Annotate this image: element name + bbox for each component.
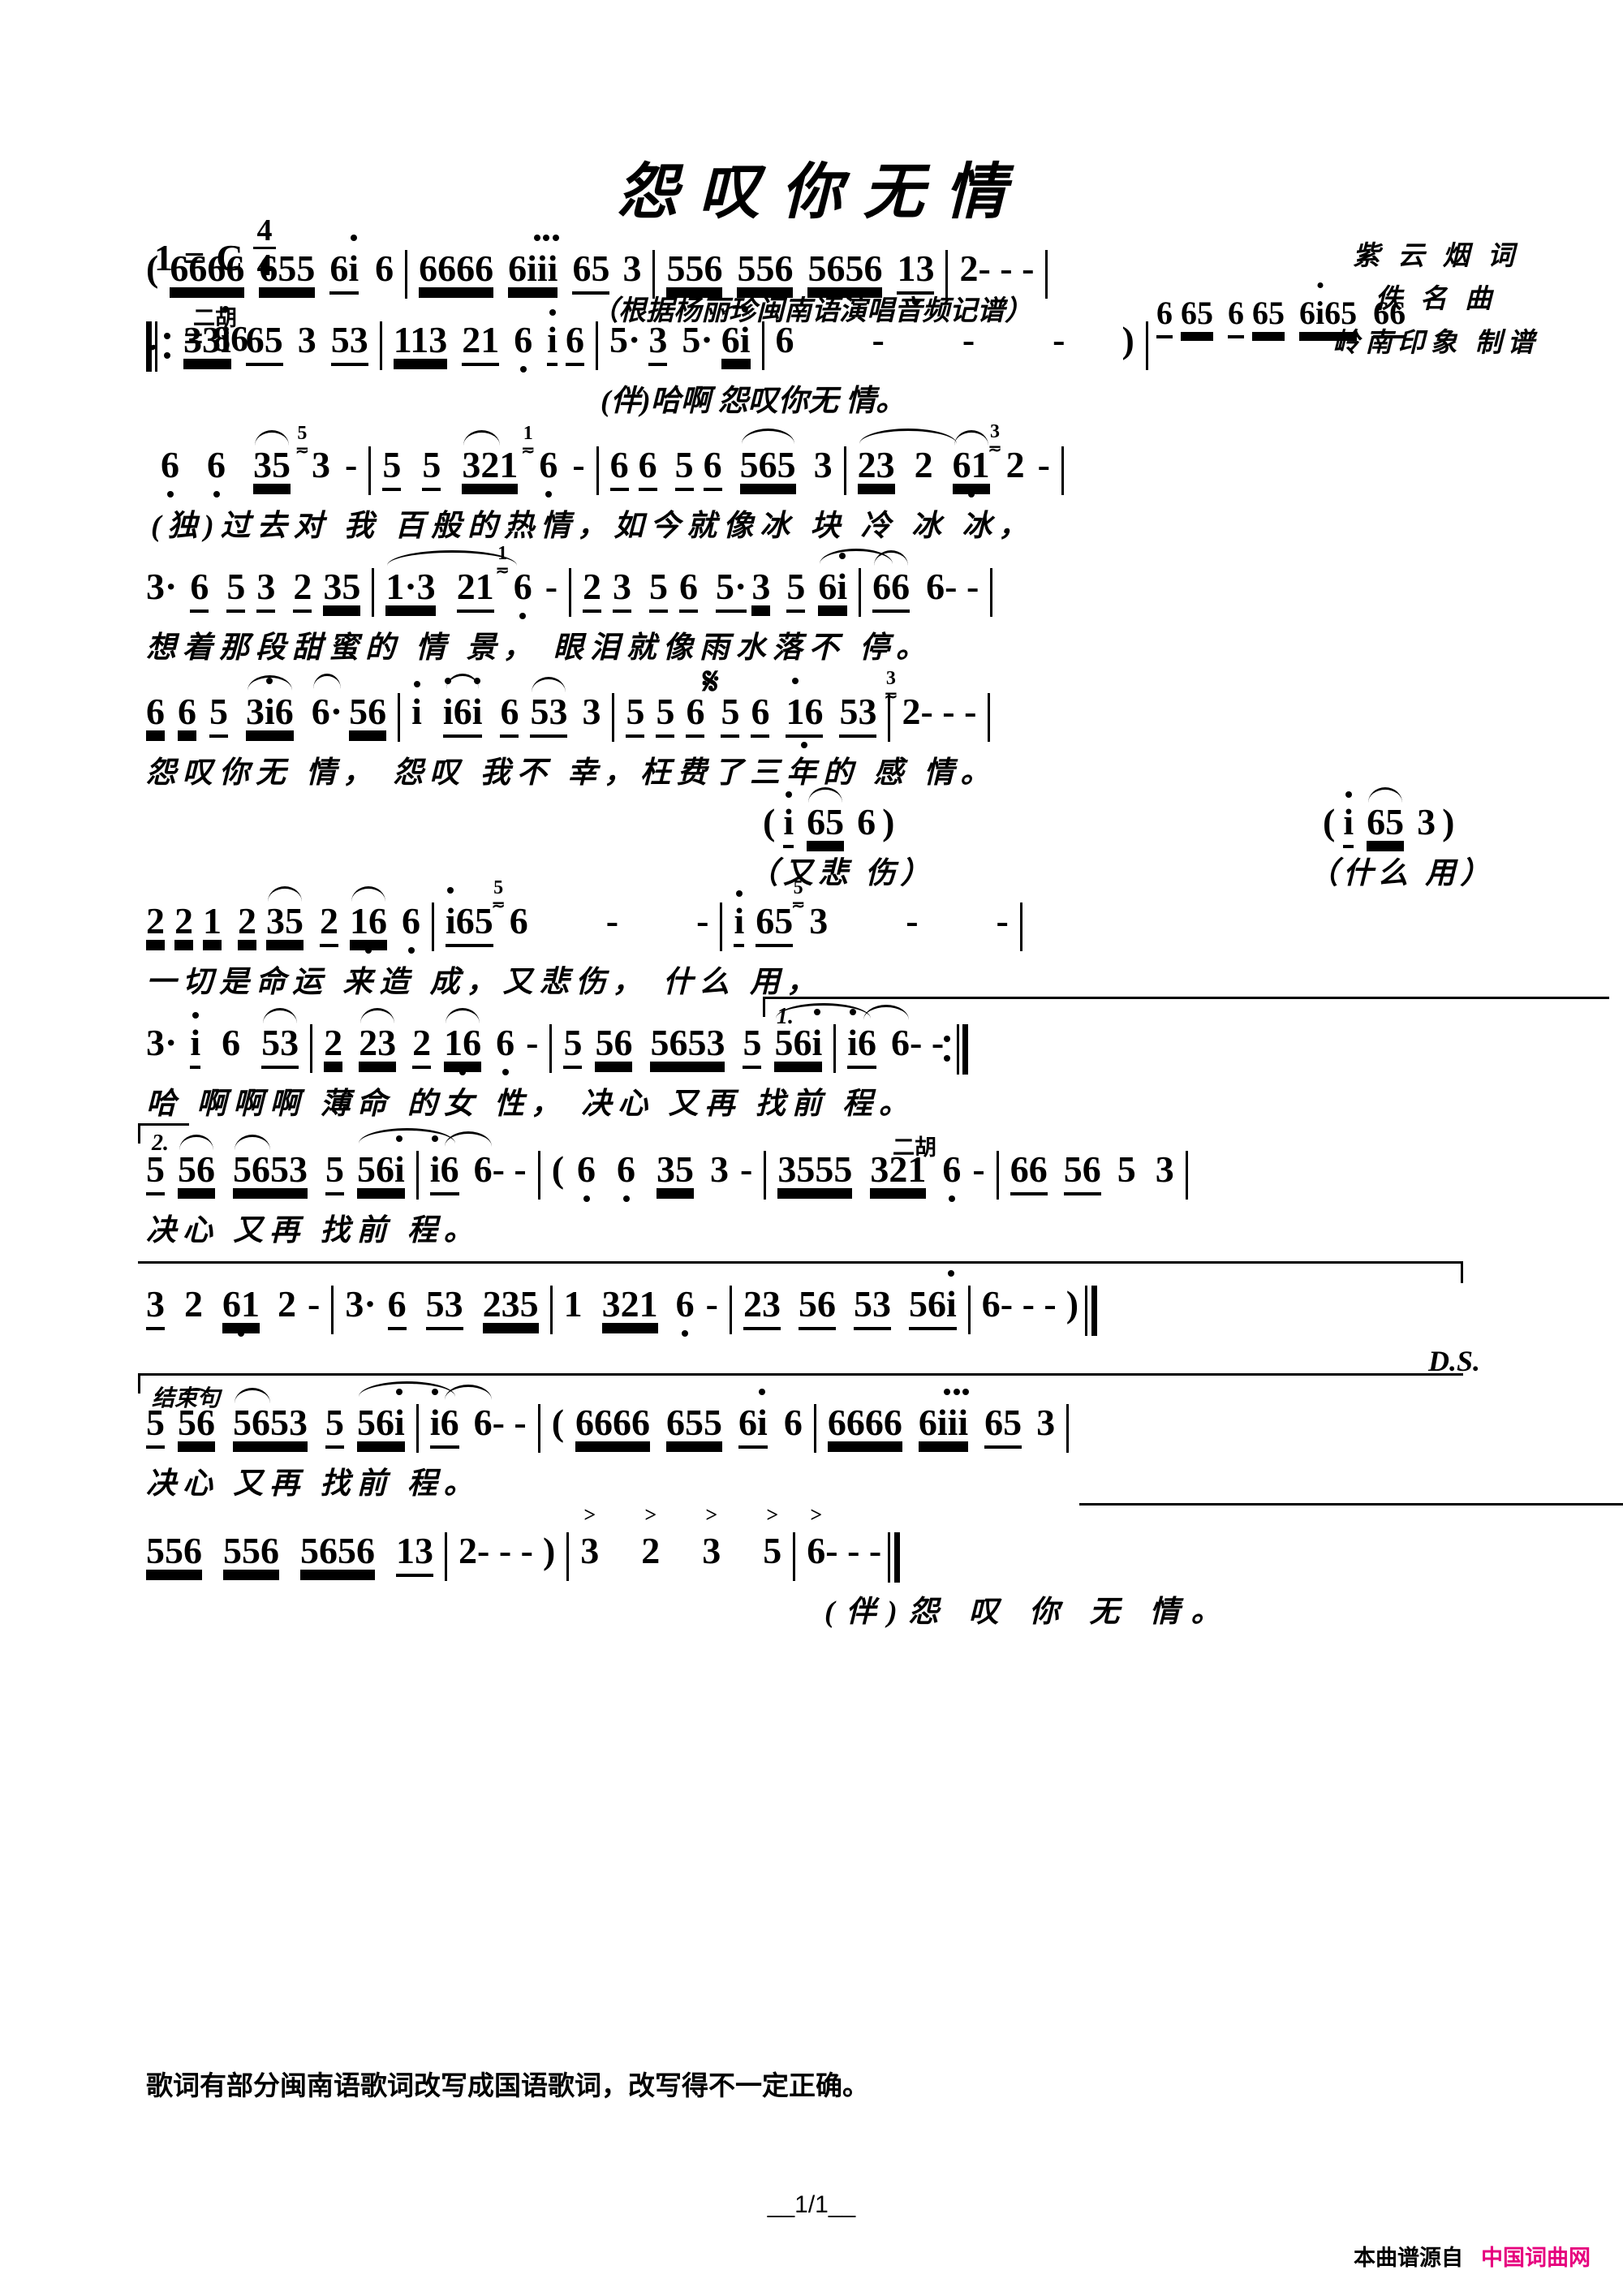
note-row: 5 56 5653 5 56i i6 6- - ( 6666 655 6i 6 … bbox=[146, 1381, 1623, 1464]
system-ending-2: 2. 二胡 5 56 5653 5 56i i6 6- - ( 6 6 35 3… bbox=[138, 1123, 1623, 1258]
repeat-start-barline bbox=[146, 321, 170, 372]
note-row: 5 56 5653 5 56i i6 6- - ( 6 6 35 3 - 355… bbox=[146, 1128, 1623, 1211]
note-row: 3· 6 5 3 2 35 1·3 21 1 ≂ 6 - 2 3 5 6 5· 3 … bbox=[146, 544, 1623, 628]
note-row: 3 2 61 2 - 3· 6 53 235 1 321 6 - 23 56 5… bbox=[146, 1270, 1623, 1346]
system-verse-1a: 6 6 35 5 ≂ 3 - 5 5 321 1 ≂ 6 - 6 6 5 6 565 3… bbox=[146, 422, 1623, 554]
lyric-line: (伴)怨 叹 你 无 情。 bbox=[824, 1596, 1233, 1629]
page-title: 怨叹你无情 bbox=[617, 159, 1027, 226]
paren-close: ) bbox=[1121, 319, 1134, 360]
note-row: 3· i 6 53 2 23 2 16 6 - 5 56 5653 5 56i … bbox=[146, 1003, 1623, 1084]
lyric-line: 决心 又再 找前 程。 bbox=[146, 1214, 480, 1247]
lyric-line: 哈 啊啊啊 薄命 的女 性， 决心 又再 找前 程。 bbox=[146, 1088, 915, 1121]
note-row: 556 556 5656 13 2- - - ) >3 >2 >3 >5 >6-… bbox=[146, 1505, 1623, 1592]
lyric-row: (伴)哈啊 怨叹你无 情。 bbox=[146, 381, 1623, 429]
final-bracket bbox=[1079, 1503, 1623, 1525]
note-row: 2 2 1 2 35 2 16 6 i 65 5 ≂ 6 - - i 65 5 ≂ 3 -… bbox=[146, 878, 1623, 963]
footnote: 歌词有部分闽南语歌词改写成国语歌词，改写得不一定正确。 bbox=[146, 2070, 869, 2100]
lyric-alt: （又悲 伤） bbox=[748, 857, 936, 890]
repeat-end-barline bbox=[944, 1024, 969, 1075]
system-ossia: ( i 65 6 ) ( i 65 3 ) （又悲 伤） （什么 用） bbox=[146, 787, 1623, 899]
second-ending-bracket: 2. bbox=[138, 1123, 189, 1156]
note-row: 6 6 5 3i 6 6· 56 i i 6i 6 53 3 5 5 6 5 6 1… bbox=[146, 669, 1623, 753]
note-row: 33i 65 3 53 113 21 6 i 6 5· 3 5· 6i 6 - … bbox=[146, 305, 1623, 381]
note-row: 6 6 35 5 ≂ 3 - 5 5 321 1 ≂ 6 - 6 6 5 6 565 3… bbox=[146, 422, 1623, 506]
lyric-row: 哈 啊啊啊 薄命 的女 性， 决心 又再 找前 程。 bbox=[146, 1084, 1623, 1131]
watermark-prefix: 本曲谱源自 bbox=[1354, 2246, 1463, 2270]
portamento-5: 5 ≂ bbox=[295, 423, 309, 459]
accent-icon: > bbox=[766, 1503, 779, 1527]
system-ending-1: 1. 3· i 6 53 2 23 2 16 6 - 5 56 5653 5 5… bbox=[146, 997, 1623, 1131]
accent-icon: > bbox=[583, 1503, 596, 1527]
watermark-site[interactable]: 中国词曲网 bbox=[1481, 2246, 1591, 2270]
system-chorus-2: 2 2 1 2 35 2 16 6 i 65 5 ≂ 6 - - i 65 5 ≂ 3 -… bbox=[146, 878, 1623, 1010]
lyric-row: 怨叹你无 情， 怨叹 我不 幸，枉费了三年的 感 情。 bbox=[146, 753, 1623, 800]
page-number: __1/1__ bbox=[767, 2191, 856, 2218]
lyric-line: 一切是命运 来造 成，又悲伤， 什么 用， bbox=[146, 966, 823, 999]
final-barline bbox=[888, 1532, 901, 1583]
ossia-lyrics-1: （又悲 伤） bbox=[748, 854, 935, 894]
first-ending-bracket: 1. bbox=[763, 997, 1609, 1029]
ossia-notes-1: ( i 65 6 ) bbox=[763, 787, 894, 848]
accent-icon: > bbox=[644, 1503, 657, 1527]
lyric-line: (独)过去对 我 百般的热情，如今就像冰 块 冷 冰 冰， bbox=[151, 510, 1035, 543]
lyric-line: 怨叹你无 情， 怨叹 我不 幸，枉费了三年的 感 情。 bbox=[146, 756, 997, 790]
accent-icon: > bbox=[810, 1503, 823, 1527]
system-interlude: 3 2 61 2 - 3· 6 53 235 1 321 6 - 23 56 5… bbox=[138, 1261, 1623, 1377]
score-header: 1 = C44 ♩= 86 怨叹你无情 （根据杨丽珍闽南语演唱音频记谱） 紫 云… bbox=[0, 0, 1623, 359]
lyric-line: 想着那段甜蜜的 情 景， 眼泪就像雨水落不 停。 bbox=[146, 631, 932, 665]
system-coda: 结束句 5 56 5653 5 56i i6 6- - ( 6666 655 6… bbox=[138, 1373, 1623, 1511]
system-intro-2: 二胡 6 65 6 65 6i 65 66 33i 65 3 53 113 21 … bbox=[146, 282, 1623, 429]
lyric-row: 决心 又再 找前 程。 bbox=[146, 1211, 1623, 1258]
accent-icon: > bbox=[705, 1503, 718, 1527]
system-coda-final: 556 556 5656 13 2- - - ) >3 >2 >3 >5 >6-… bbox=[146, 1503, 1623, 1639]
ossia-lyrics-2: （什么 用） bbox=[1308, 854, 1495, 894]
system-chorus-1: 𝄋 6 6 5 3i 6 6· 56 i i 6i 6 53 3 5 5 6 5 6… bbox=[146, 663, 1623, 800]
lyric-row: (独)过去对 我 百般的热情，如今就像冰 块 冷 冰 冰， bbox=[146, 506, 1623, 554]
system-verse-1b: 3· 6 5 3 2 35 1·3 21 1 ≂ 6 - 2 3 5 6 5· 3 … bbox=[146, 544, 1623, 675]
paren-open: ( bbox=[146, 248, 159, 289]
lyric-row: (伴)怨 叹 你 无 情。 bbox=[146, 1592, 1623, 1639]
interlude-bracket bbox=[138, 1261, 1463, 1283]
lyric-row: 想着那段甜蜜的 情 景， 眼泪就像雨水落不 停。 bbox=[146, 628, 1623, 675]
lyric-line: (伴)哈啊 怨叹你无 情。 bbox=[601, 385, 906, 418]
sheet-music-page: 1 = C44 ♩= 86 怨叹你无情 （根据杨丽珍闽南语演唱音频记谱） 紫 云… bbox=[0, 0, 1623, 2296]
lyric-line: 决心 又再 找前 程。 bbox=[146, 1467, 480, 1501]
ossia-notes-2: ( i 65 3 ) bbox=[1323, 787, 1454, 848]
lyric-alt: （什么 用） bbox=[1308, 857, 1496, 890]
watermark: 本曲谱源自 中国词曲网 bbox=[1354, 2240, 1591, 2272]
double-barline bbox=[1085, 1286, 1098, 1336]
coda-bracket: 结束句 bbox=[138, 1373, 1463, 1411]
